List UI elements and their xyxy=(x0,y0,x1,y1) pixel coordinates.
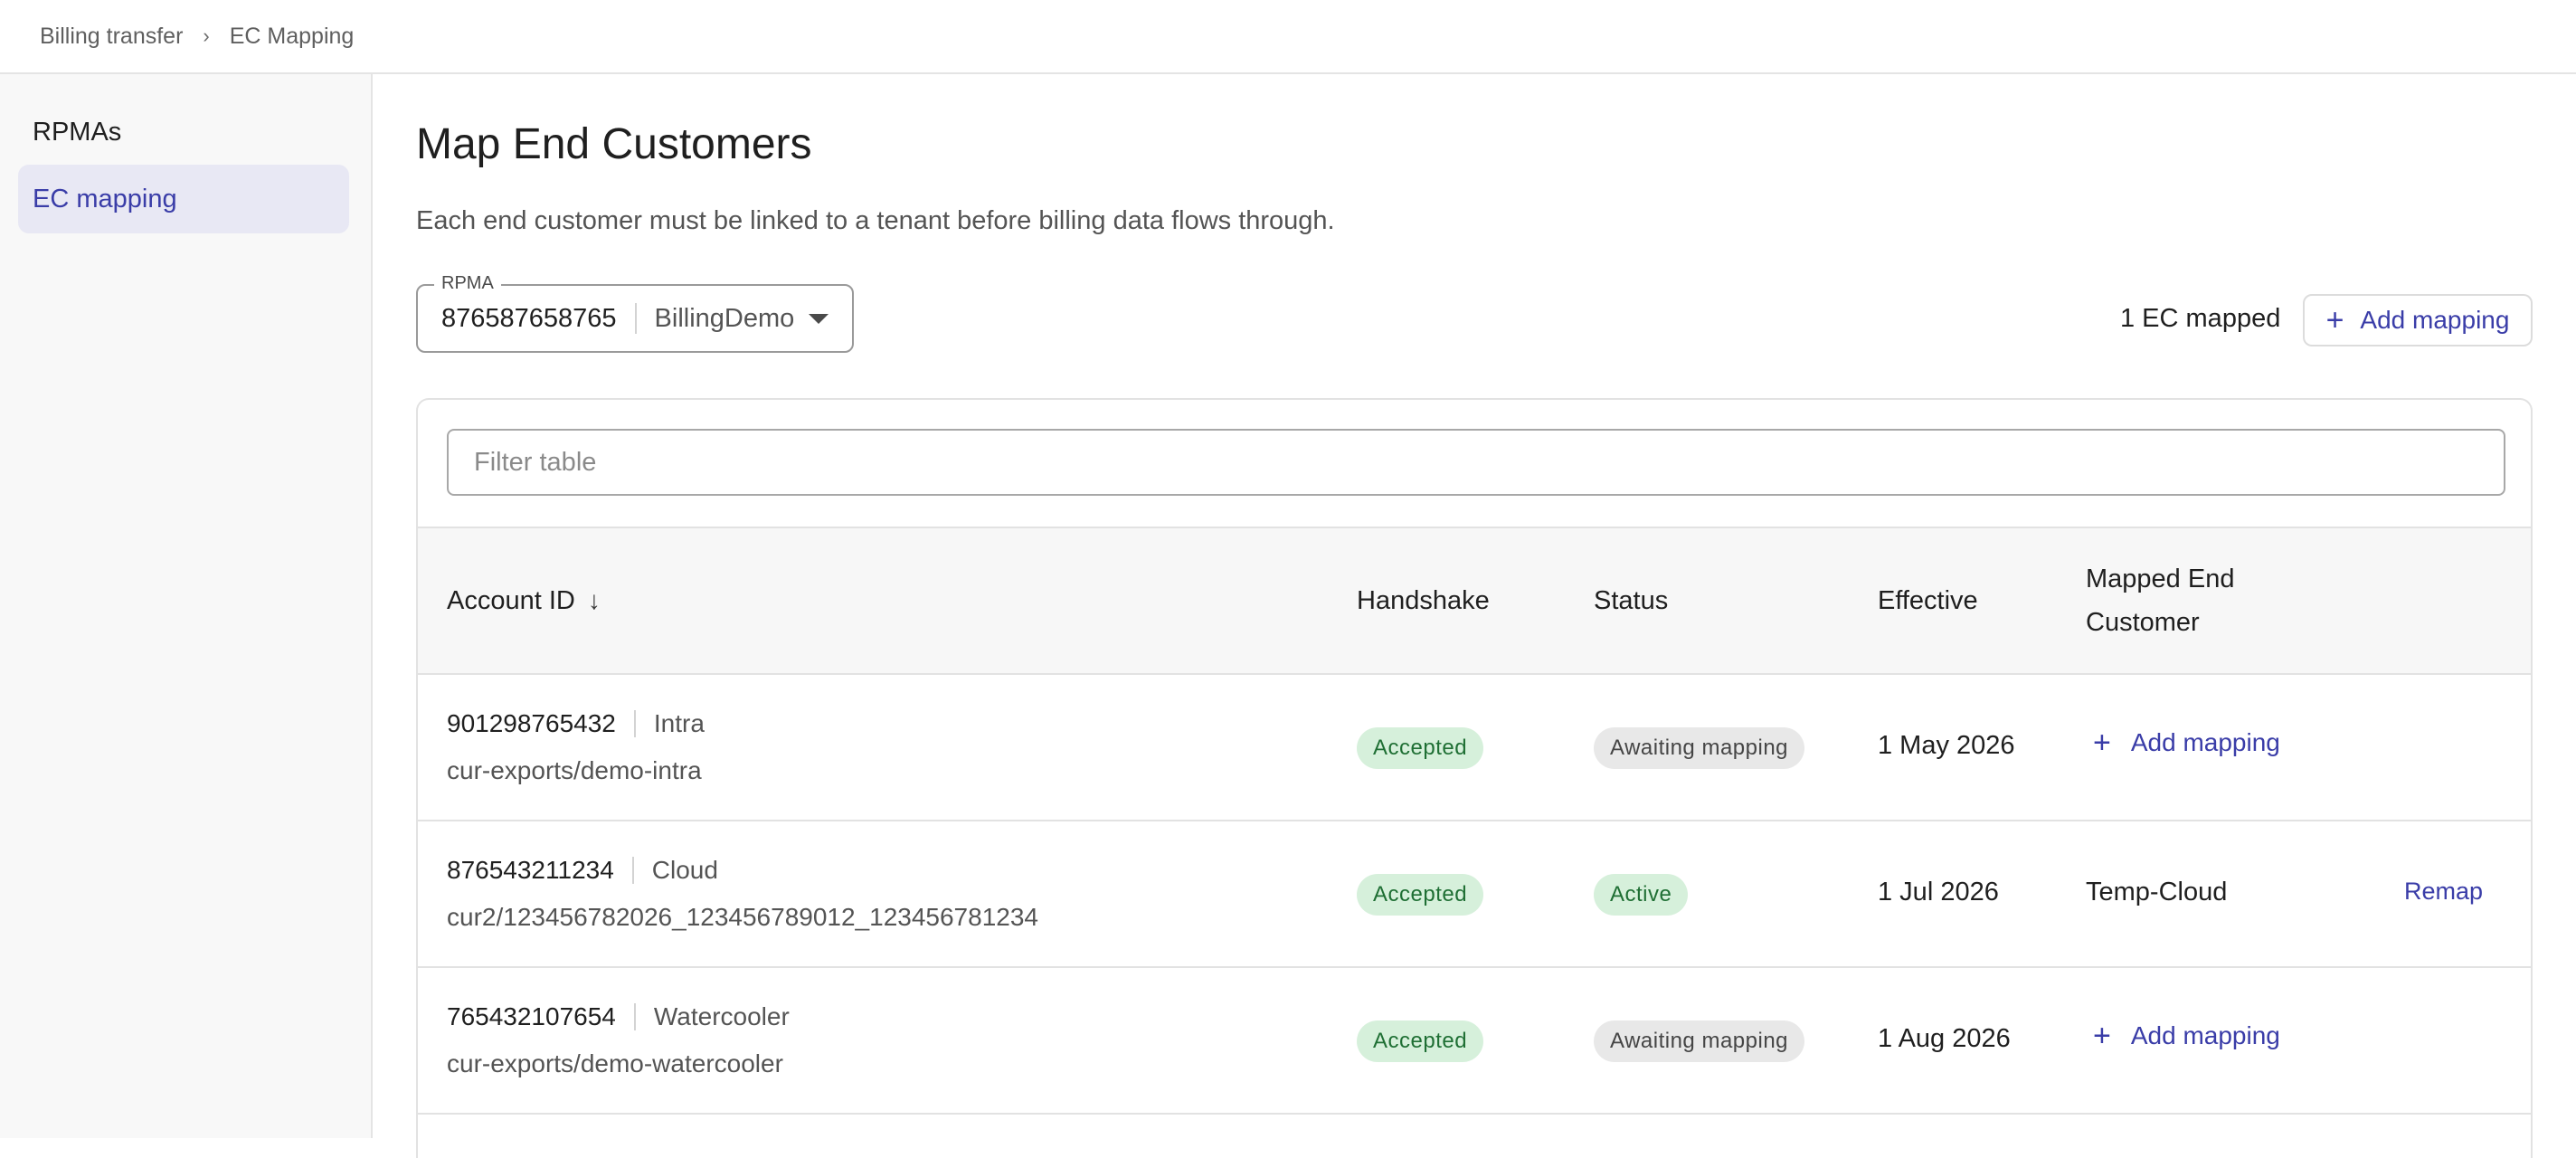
rpma-name: BillingDemo xyxy=(655,304,795,334)
status-badge: Awaiting mapping xyxy=(1594,727,1804,769)
divider xyxy=(634,710,636,737)
column-header-mapped-end-customer: Mapped End Customer xyxy=(2086,528,2285,673)
sidebar-item-rpmas[interactable]: RPMAs xyxy=(18,98,349,166)
effective-date: 1 Aug 2026 xyxy=(1878,1024,2011,1054)
add-mapping-button[interactable]: + Add mapping xyxy=(2303,294,2533,346)
sidebar-item-ec-mapping[interactable]: EC mapping xyxy=(18,165,349,233)
sidebar: RPMAs EC mapping xyxy=(0,74,373,1138)
table-row: 901298765432 Intra cur-exports/demo-intr… xyxy=(418,675,2531,821)
rpma-select-label: RPMA xyxy=(434,273,501,294)
plus-icon: + xyxy=(2093,1020,2111,1051)
row-add-mapping-button[interactable]: + Add mapping xyxy=(2093,1020,2280,1051)
status-badge: Awaiting mapping xyxy=(1594,1020,1804,1062)
table-row: 876543211234 Cloud cur2/123456782026_123… xyxy=(418,821,2531,968)
handshake-badge: Accepted xyxy=(1357,874,1483,916)
handshake-badge: Accepted xyxy=(1357,727,1483,769)
account-path: cur2/123456782026_123456789012_123456781… xyxy=(447,903,1038,932)
table-header: Account ID ↓ Handshake Status Effective … xyxy=(418,527,2531,675)
account-id: 901298765432 xyxy=(447,709,616,738)
account-path: cur-exports/demo-intra xyxy=(447,756,702,785)
account-id-cell: 765432107654 Watercooler xyxy=(447,1002,790,1031)
effective-date: 1 May 2026 xyxy=(1878,731,2015,761)
row-add-mapping-label: Add mapping xyxy=(2131,728,2280,757)
mapped-count: 1 EC mapped xyxy=(2120,304,2280,334)
mapped-end-customer: Temp-Cloud xyxy=(2086,878,2227,907)
account-path: cur-exports/demo-watercooler xyxy=(447,1049,783,1078)
arrow-down-icon: ↓ xyxy=(588,586,601,615)
handshake-badge: Accepted xyxy=(1357,1020,1483,1062)
chevron-right-icon: › xyxy=(203,24,209,48)
divider xyxy=(634,1003,636,1030)
plus-icon: + xyxy=(2093,727,2111,758)
add-mapping-button-label: Add mapping xyxy=(2360,306,2509,335)
breadcrumb: Billing transfer › EC Mapping xyxy=(0,0,2576,74)
rpma-select[interactable]: RPMA 876587658765 BillingDemo xyxy=(416,284,854,353)
page-title: Map End Customers xyxy=(416,119,812,169)
row-add-mapping-button[interactable]: + Add mapping xyxy=(2093,727,2280,758)
main-content: Map End Customers Each end customer must… xyxy=(374,74,2576,1138)
page-description: Each end customer must be linked to a te… xyxy=(416,206,1335,236)
remap-button[interactable]: Remap xyxy=(2404,878,2483,906)
effective-date: 1 Jul 2026 xyxy=(1878,878,1999,907)
account-id-cell: 876543211234 Cloud xyxy=(447,856,718,885)
table-row: 765432107654 Watercooler cur-exports/dem… xyxy=(418,968,2531,1115)
account-name: Watercooler xyxy=(654,1002,790,1031)
status-badge: Active xyxy=(1594,874,1688,916)
column-header-effective: Effective xyxy=(1878,528,1978,673)
rpma-id: 876587658765 xyxy=(441,304,617,334)
filter-input[interactable] xyxy=(447,429,2505,496)
divider xyxy=(635,303,637,334)
column-header-handshake: Handshake xyxy=(1357,528,1490,673)
account-name: Cloud xyxy=(652,856,718,885)
breadcrumb-item-ec-mapping: EC Mapping xyxy=(230,24,355,50)
column-header-label: Account ID xyxy=(447,586,575,616)
breadcrumb-item-billing-transfer[interactable]: Billing transfer xyxy=(40,24,183,50)
plus-icon: + xyxy=(2326,305,2344,336)
divider xyxy=(632,857,634,884)
account-name: Intra xyxy=(654,709,705,738)
account-id: 876543211234 xyxy=(447,856,614,885)
mapping-table-card: Account ID ↓ Handshake Status Effective … xyxy=(416,398,2533,1158)
account-id-cell: 901298765432 Intra xyxy=(447,709,705,738)
row-add-mapping-label: Add mapping xyxy=(2131,1021,2280,1050)
column-header-status: Status xyxy=(1594,528,1668,673)
account-id: 765432107654 xyxy=(447,1002,616,1031)
column-header-account-id[interactable]: Account ID ↓ xyxy=(447,528,601,673)
caret-down-icon xyxy=(809,314,829,324)
